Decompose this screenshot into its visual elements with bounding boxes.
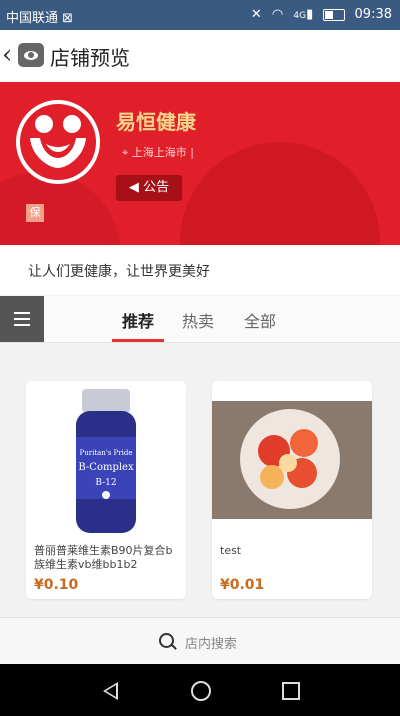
shop-search-bar[interactable]: 店内搜索: [0, 617, 400, 665]
clock: 09:38: [354, 7, 392, 22]
notice-button[interactable]: ◀ 公告: [116, 175, 182, 201]
eye-icon: [18, 43, 44, 67]
search-icon: [159, 633, 174, 648]
product-card[interactable]: test ¥0.01: [212, 381, 372, 599]
product-name: test: [220, 544, 242, 557]
svg-text:Puritan's Pride: Puritan's Pride: [80, 449, 133, 457]
banner-decoration: [180, 142, 380, 245]
svg-text:B-12: B-12: [95, 478, 116, 488]
menu-icon: [14, 312, 30, 314]
menu-button[interactable]: [0, 296, 44, 342]
tab-bar: 推荐 热卖 全部: [0, 296, 400, 343]
guarantee-badge: 保: [26, 204, 44, 222]
network-type: 4G: [293, 11, 307, 21]
tab-hot[interactable]: 热卖: [182, 308, 214, 332]
logo-icon: [30, 115, 86, 168]
wifi-icon: ◠: [271, 7, 284, 22]
shop-location: ⌖ 上海上海市 |: [122, 146, 194, 159]
location-pin-icon: ⌖: [122, 146, 129, 159]
search-placeholder: 店内搜索: [185, 637, 238, 652]
nav-home-icon[interactable]: [191, 681, 211, 701]
nav-recents-icon[interactable]: [282, 682, 300, 700]
product-price: ¥0.10: [34, 577, 79, 593]
shop-slogan: 让人们更健康，让世界更美好: [28, 264, 210, 280]
battery-icon: [323, 8, 346, 21]
notice-label: 公告: [143, 180, 170, 195]
product-image-food: [212, 381, 372, 539]
system-nav-bar: [0, 664, 400, 716]
signal-icon: 4G▮: [293, 7, 314, 22]
page-title: 店铺预览: [50, 46, 130, 70]
shop-banner: 保 易恒健康 ⌖ 上海上海市 | ◀ 公告: [0, 82, 400, 245]
back-icon[interactable]: ‹: [2, 40, 12, 70]
product-name: 普丽普莱维生素B90片复合b族维生素vb维bb1b2: [34, 544, 173, 571]
speaker-icon: ◀: [128, 180, 139, 195]
tab-all[interactable]: 全部: [244, 308, 276, 332]
shop-logo: [16, 100, 100, 184]
svg-text:B-Complex: B-Complex: [78, 462, 134, 473]
carrier-label: 中国联通 ⊠: [6, 11, 74, 26]
top-nav: ‹ 店铺预览: [0, 30, 400, 83]
mute-icon: ✕: [250, 7, 262, 22]
status-right: ✕ ◠ 4G▮ 09:38: [251, 7, 392, 22]
active-tab-indicator: [112, 339, 164, 342]
nav-back-icon[interactable]: [103, 682, 118, 700]
shop-name: 易恒健康: [116, 110, 196, 134]
product-price: ¥0.01: [220, 577, 265, 593]
tab-recommend[interactable]: 推荐: [122, 308, 154, 332]
location-text: 上海上海市: [131, 146, 187, 159]
product-card[interactable]: Puritan's Pride B-Complex B-12 普丽普莱维生素B9…: [26, 381, 186, 599]
product-image-vitamin-bottle: Puritan's Pride B-Complex B-12: [26, 381, 186, 539]
status-bar: 中国联通 ⊠ ✕ ◠ 4G▮ 09:38: [0, 0, 400, 30]
slogan-row: 让人们更健康，让世界更美好: [0, 245, 400, 295]
